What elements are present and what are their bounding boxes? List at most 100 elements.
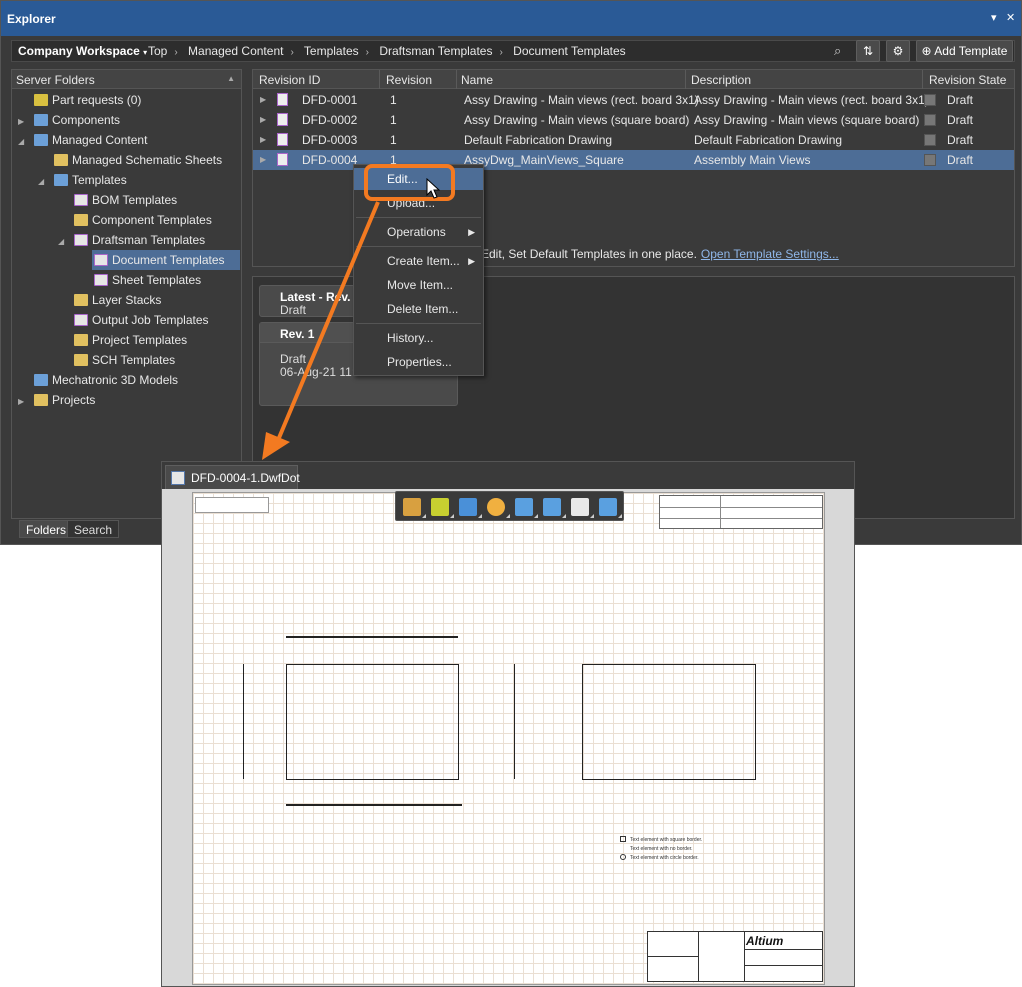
column-description[interactable]: Description	[691, 73, 751, 87]
drawing-sheet[interactable]: Text element with square border. Text el…	[192, 492, 825, 985]
breadcrumb: Top › Managed Content › Templates › Draftsm…	[148, 44, 626, 58]
column-revision-state[interactable]: Revision State	[929, 73, 1006, 87]
tree-item-draftsman-templates[interactable]: ◢ Draftsman Templates	[52, 230, 241, 250]
panel-menu-icon[interactable]: ▾	[991, 11, 997, 24]
cell-name: Default Fabrication Drawing	[464, 133, 613, 147]
circle-tool-icon[interactable]	[487, 498, 510, 518]
document-tab-bar: DFD-0004-1.DwfDot	[162, 462, 854, 489]
breadcrumb-draftsman-templates[interactable]: Draftsman Templates	[379, 44, 492, 58]
column-revision[interactable]: Revision	[386, 73, 432, 87]
altium-logo: Altium	[746, 934, 784, 948]
menu-item-properties[interactable]: Properties...	[354, 351, 483, 373]
state-checkbox[interactable]	[924, 94, 936, 106]
title-bar: Explorer ▾ ✕	[1, 1, 1021, 36]
search-icon[interactable]: ⌕	[834, 43, 841, 59]
pane-header: Server Folders ▲	[12, 70, 241, 89]
cell-description: Assy Drawing - Main views (square board)	[694, 113, 920, 127]
draftsman-file-icon	[171, 471, 185, 485]
template-file-icon	[277, 153, 288, 166]
workspace-dropdown[interactable]: Company Workspace ▾	[18, 44, 147, 58]
legend-item: Text element with circle border.	[620, 854, 699, 861]
document-template-icon	[94, 254, 108, 266]
breadcrumb-managed-content[interactable]: Managed Content	[188, 44, 283, 58]
folder-icon	[34, 114, 48, 126]
tree-item-sheet-templates[interactable]: Sheet Templates	[92, 270, 241, 290]
refresh-button[interactable]: ⇅	[856, 40, 880, 62]
menu-item-history[interactable]: History...	[354, 327, 483, 349]
sheet-template-icon	[94, 274, 108, 286]
submenu-arrow-icon: ▶	[468, 227, 475, 237]
folder-icon	[34, 374, 48, 386]
cell-state: Draft	[947, 113, 974, 127]
cell-state: Draft	[947, 153, 974, 167]
legend-item: Text element with no border.	[630, 846, 693, 852]
template-file-icon	[277, 93, 288, 106]
component-tool-icon[interactable]	[403, 498, 426, 518]
add-template-button[interactable]: ⊕ Add Template	[916, 40, 1013, 62]
tree-item-bom-templates[interactable]: BOM Templates	[52, 190, 241, 210]
tree-item-managed-content[interactable]: ◢ Managed Content	[12, 130, 241, 150]
tree-item-layer-stacks[interactable]: Layer Stacks	[52, 290, 241, 310]
template-file-icon	[277, 133, 288, 146]
state-checkbox[interactable]	[924, 114, 936, 126]
angle-tool-icon[interactable]	[543, 498, 566, 518]
tab-search[interactable]: Search	[67, 520, 120, 538]
state-checkbox[interactable]	[924, 154, 936, 166]
title-block: Altium	[647, 931, 823, 982]
menu-item-create-item[interactable]: Create Item... ▶	[354, 250, 483, 272]
menu-item-move-item[interactable]: Move Item...	[354, 274, 483, 296]
open-template-settings-link[interactable]: Open Template Settings...	[701, 247, 839, 261]
cell-description: Assembly Main Views	[694, 153, 811, 167]
board-view-tool-icon[interactable]	[459, 498, 482, 518]
gear-icon[interactable]: ⚙	[886, 40, 910, 62]
tree-item-components[interactable]: ▶ Components	[12, 110, 241, 130]
layer-stack-icon	[74, 294, 88, 306]
tree-item-component-templates[interactable]: Component Templates	[52, 210, 241, 230]
menu-item-operations[interactable]: Operations ▶	[354, 221, 483, 243]
breadcrumb-templates[interactable]: Templates	[304, 44, 359, 58]
line-tool-icon[interactable]	[599, 498, 622, 518]
revision-date: 06-Aug-21 11:4	[280, 365, 362, 379]
sch-template-icon	[74, 354, 88, 366]
column-name[interactable]: Name	[461, 73, 493, 87]
schematic-sheets-icon	[54, 154, 68, 166]
bom-tool-icon[interactable]	[571, 498, 594, 518]
revision-table	[659, 495, 823, 529]
state-checkbox[interactable]	[924, 134, 936, 146]
tree-item-templates[interactable]: ◢ Templates	[32, 170, 241, 190]
tree-item-output-job-templates[interactable]: Output Job Templates	[52, 310, 241, 330]
cell-state: Draft	[947, 93, 974, 107]
tree-item-sch-templates[interactable]: SCH Templates	[52, 350, 241, 370]
tree-item-projects[interactable]: ▶ Projects	[12, 390, 241, 410]
cell-revision-id: DFD-0004	[302, 153, 358, 167]
tree-item-managed-schematic-sheets[interactable]: Managed Schematic Sheets	[32, 150, 241, 170]
tree-item-project-templates[interactable]: Project Templates	[52, 330, 241, 350]
board-view-side[interactable]	[582, 664, 756, 780]
tree-item-mechatronic-3d-models[interactable]: Mechatronic 3D Models	[12, 370, 241, 390]
dimension-tool-icon[interactable]	[515, 498, 538, 518]
cell-description: Assy Drawing - Main views (rect. board 3…	[694, 93, 929, 107]
menu-item-delete-item[interactable]: Delete Item...	[354, 298, 483, 320]
cell-name: AssyDwg_MainViews_Square	[464, 153, 624, 167]
tab-folders[interactable]: Folders	[19, 520, 74, 538]
table-row[interactable]: ▶ DFD-0003 1 Default Fabrication Drawing…	[253, 130, 1014, 150]
window-title: Explorer	[7, 12, 56, 26]
mouse-cursor-icon	[426, 178, 440, 199]
table-row[interactable]: ▶ DFD-0002 1 Assy Drawing - Main views (…	[253, 110, 1014, 130]
document-window: DFD-0004-1.DwfDot Text element with squa…	[161, 461, 855, 987]
tree-item-document-templates[interactable]: Document Templates	[92, 250, 240, 270]
template-settings-hint: Edit, Set Default Templates in one place…	[481, 247, 839, 261]
collapse-icon[interactable]: ▲	[227, 74, 235, 83]
breadcrumb-top[interactable]: Top	[148, 44, 167, 58]
highlight-ring	[364, 164, 455, 201]
breadcrumb-document-templates[interactable]: Document Templates	[513, 44, 626, 58]
document-tab[interactable]: DFD-0004-1.DwfDot	[165, 465, 300, 489]
board-view-top[interactable]	[286, 664, 459, 780]
column-revision-id[interactable]: Revision ID	[259, 73, 320, 87]
table-row[interactable]: ▶ DFD-0001 1 Assy Drawing - Main views (…	[253, 90, 1014, 110]
sheet-notes-box	[195, 497, 269, 513]
legend-item: Text element with square border.	[620, 836, 702, 843]
drawing-tool-icon[interactable]	[431, 498, 454, 518]
close-icon[interactable]: ✕	[1006, 11, 1015, 24]
tree-item-part-requests[interactable]: Part requests (0)	[12, 90, 241, 110]
